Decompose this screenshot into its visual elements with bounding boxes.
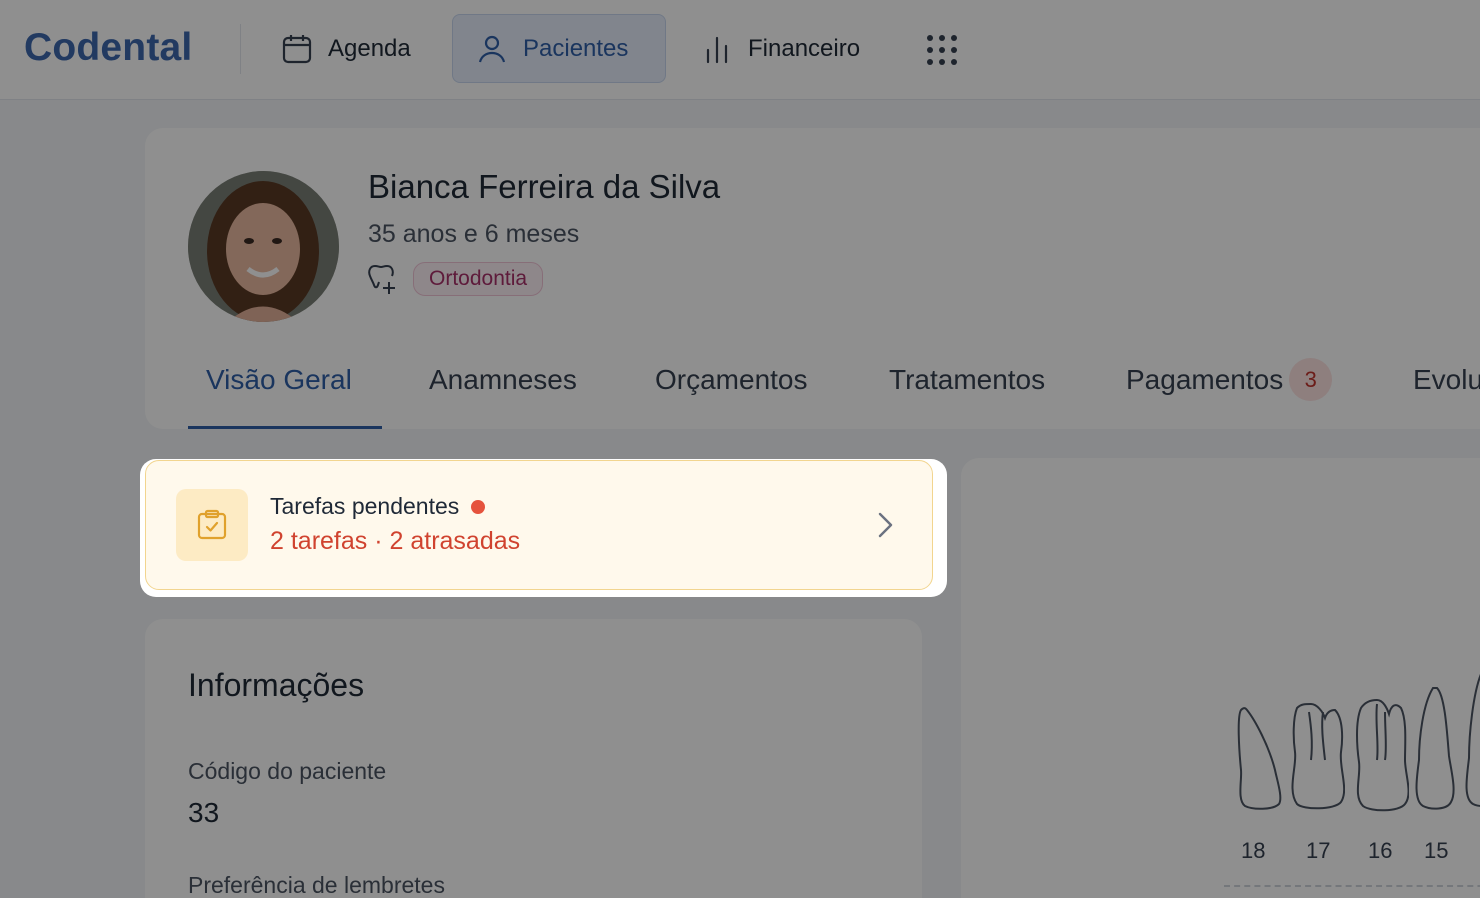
tab-orcamentos[interactable]: Orçamentos: [655, 356, 808, 429]
nav-financeiro[interactable]: Financeiro: [678, 14, 882, 83]
nav-divider: [240, 24, 241, 74]
tasks-summary: 2 tarefas · 2 atrasadas: [270, 527, 521, 555]
nav-pacientes-label: Pacientes: [523, 34, 629, 62]
tasks-title-label: Tarefas pendentes: [270, 493, 460, 519]
specialty-tag[interactable]: Ortodontia: [413, 262, 544, 296]
tooth-18-icon[interactable]: [1235, 706, 1287, 810]
tab-evolucao[interactable]: Evolu: [1413, 356, 1480, 429]
tooth-number-15: 15: [1424, 838, 1449, 863]
odontogram-divider: [1224, 885, 1480, 887]
odontogram-card: 18 17 16 15: [961, 458, 1480, 898]
patient-header-card: Bianca Ferreira da Silva 35 anos e 6 mes…: [145, 128, 1480, 429]
nav-agenda-label: Agenda: [328, 34, 411, 62]
informacoes-card: Informações Código do paciente 33 Prefer…: [145, 619, 922, 898]
patient-age: 35 anos e 6 meses: [368, 220, 580, 248]
tab-tratamentos[interactable]: Tratamentos: [889, 356, 1045, 429]
tasks-icon-box: [176, 489, 248, 561]
tab-anamneses[interactable]: Anamneses: [429, 356, 577, 429]
payments-count-badge: 3: [1289, 358, 1333, 402]
chevron-right-icon[interactable]: [874, 509, 898, 541]
avatar[interactable]: [188, 171, 339, 322]
tooth-plus-icon[interactable]: [366, 262, 400, 296]
bar-chart-icon: [706, 36, 728, 63]
tooth-16-icon[interactable]: [1353, 698, 1409, 812]
active-tab-indicator: [188, 426, 382, 429]
tooth-number-16: 16: [1368, 838, 1393, 863]
tooth-number-18: 18: [1241, 838, 1266, 863]
field-label-lembretes: Preferência de lembretes: [188, 872, 445, 898]
calendar-icon: [282, 34, 312, 63]
field-value-codigo: 33: [188, 797, 220, 828]
app-logo[interactable]: Codental: [24, 26, 192, 70]
nav-pacientes[interactable]: Pacientes: [452, 14, 666, 83]
user-icon: [478, 35, 506, 62]
info-title: Informações: [188, 667, 365, 703]
tab-visao-geral[interactable]: Visão Geral: [206, 356, 352, 429]
patient-name: Bianca Ferreira da Silva: [368, 168, 721, 205]
pending-tasks-card[interactable]: Tarefas pendentes 2 tarefas · 2 atrasada…: [145, 460, 933, 590]
grid-dots-icon[interactable]: [924, 32, 960, 68]
top-navigation-bar: Codental Agenda Pacientes Financeiro: [0, 0, 1480, 100]
tooth-number-17: 17: [1306, 838, 1331, 863]
tooth-15-icon[interactable]: [1413, 684, 1457, 812]
alert-dot: [471, 499, 486, 514]
field-label-codigo: Código do paciente: [188, 758, 387, 784]
tooth-14-icon[interactable]: [1463, 670, 1480, 810]
nav-agenda[interactable]: Agenda: [258, 14, 433, 83]
tab-pagamentos[interactable]: Pagamentos 3: [1126, 356, 1333, 429]
tab-pagamentos-label: Pagamentos: [1126, 364, 1284, 395]
nav-financeiro-label: Financeiro: [748, 34, 861, 62]
tooth-17-icon[interactable]: [1289, 702, 1345, 812]
clipboard-check-icon: [197, 509, 227, 540]
tasks-title: Tarefas pendentes: [270, 493, 486, 520]
